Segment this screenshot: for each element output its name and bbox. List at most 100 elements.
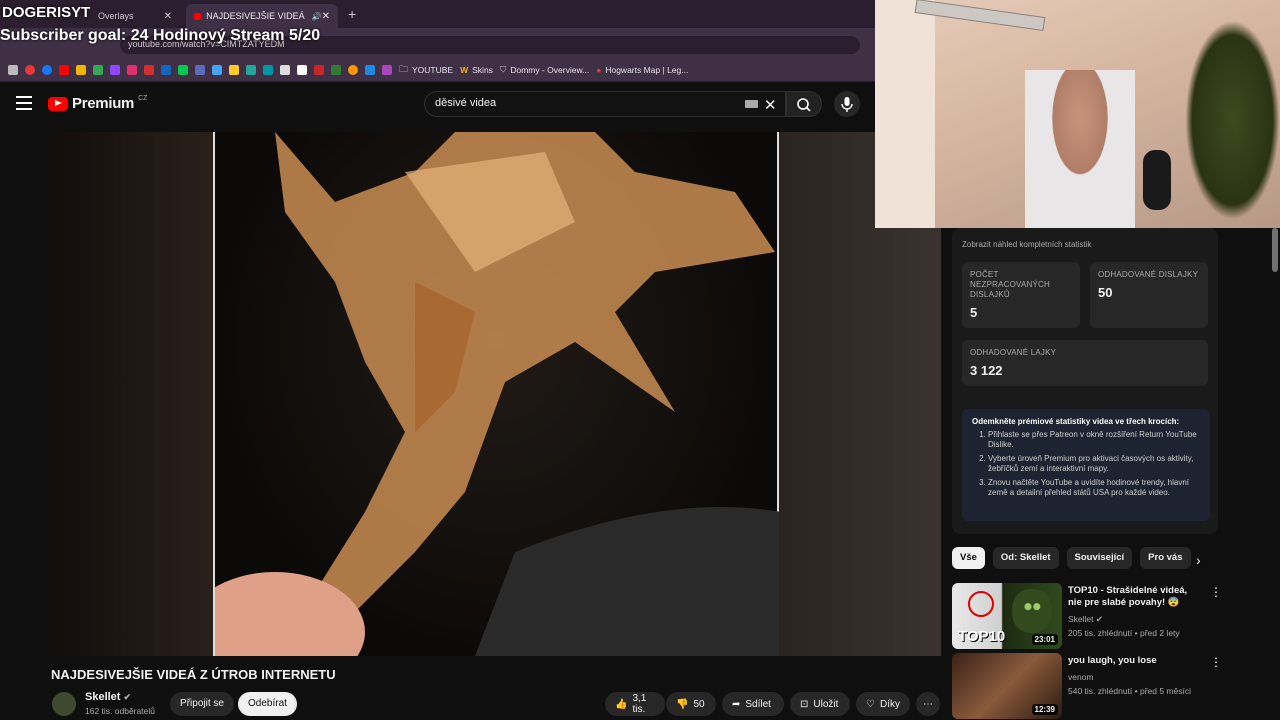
search-value: děsivé videa: [435, 97, 497, 109]
channel-avatar[interactable]: [52, 692, 76, 716]
bookmark-icon[interactable]: [382, 64, 392, 75]
share-icon: ➦: [732, 698, 741, 710]
subscribe-button[interactable]: Odebírat: [238, 692, 297, 716]
gmail-icon[interactable]: [76, 64, 86, 75]
channel-name[interactable]: Skellet ✔: [85, 691, 131, 703]
video-thumbnail[interactable]: 12:39: [952, 653, 1062, 719]
search-button[interactable]: [786, 91, 822, 117]
subscriber-goal-text: Subscriber goal: 24 Hodinový Stream 5/20: [0, 27, 321, 44]
video-channel[interactable]: Skellet ✔: [1068, 614, 1103, 625]
scrollbar[interactable]: [1272, 228, 1278, 272]
bookmark-icon[interactable]: [93, 64, 103, 75]
stat-card-est-likes: ODHADOVANÉ LAJKY 3 122: [962, 340, 1208, 386]
search-icon: [797, 98, 811, 112]
w-icon: W: [460, 64, 469, 75]
chip-related[interactable]: Související: [1066, 547, 1133, 569]
save-button[interactable]: ⊡ Uložit: [790, 692, 850, 716]
hamburger-menu-icon[interactable]: [16, 96, 32, 110]
more-vert-icon[interactable]: ⋮: [1210, 655, 1222, 669]
video-title: NAJDESIVEJŠIE VIDEÁ Z ÚTROB INTERNETU: [51, 667, 336, 682]
map-pin-icon: ●: [596, 64, 602, 75]
clear-search-icon[interactable]: ✕: [764, 96, 777, 114]
video-blur-left: [51, 132, 213, 656]
facebook-icon[interactable]: [42, 64, 52, 75]
premium-step: Vyberte úroveň Premium pro aktivaci časo…: [988, 454, 1200, 474]
browser-tab-video[interactable]: NAJDESIVEJŠIE VIDEÁ Z ÚTROB 🔊 ✕: [186, 4, 338, 28]
dislike-button[interactable]: 👎 50: [666, 692, 716, 716]
premium-step: Znovu načtěte YouTube a uvidíte hodinové…: [988, 478, 1200, 498]
video-duration: 12:39: [1031, 704, 1058, 715]
thanks-label: Díky: [879, 698, 900, 710]
video-title[interactable]: you laugh, you lose: [1068, 655, 1198, 667]
chip-for-you[interactable]: Pro vás: [1140, 547, 1191, 569]
red-circle-mark: [968, 591, 994, 617]
premium-steps: Přihlaste se přes Patreon v okně rozšíře…: [972, 430, 1200, 498]
speaker-icon[interactable]: 🔊: [312, 12, 322, 21]
share-label: Sdílet: [745, 698, 771, 710]
chip-all[interactable]: Vše: [952, 547, 985, 569]
bookmark-icon[interactable]: [25, 64, 35, 75]
voice-search-button[interactable]: [834, 91, 860, 117]
bookmark-icon[interactable]: [161, 64, 171, 75]
video-thumbnail[interactable]: TOP10 23:01: [952, 583, 1062, 649]
youtube-icon[interactable]: [59, 64, 69, 75]
like-button[interactable]: 👍 3,1 tis.: [605, 692, 665, 716]
youtube-play-icon: [48, 96, 68, 111]
video-player[interactable]: [51, 132, 941, 656]
recommendation-chips: Vše Od: Skellet Související Pro vás: [952, 547, 1191, 569]
thanks-button[interactable]: ♡ Díky: [856, 692, 910, 716]
bookmark-icon[interactable]: [331, 64, 341, 75]
webcam-streamer: [1025, 70, 1135, 228]
keyboard-icon[interactable]: [745, 100, 758, 108]
instagram-icon[interactable]: [127, 64, 137, 75]
bookmark-folder-youtube[interactable]: 🗀 YOUTUBE: [399, 62, 453, 78]
premium-stats-box: Odemkněte prémiové statistiky videa ve t…: [962, 409, 1210, 521]
share-button[interactable]: ➦ Sdílet: [722, 692, 784, 716]
search-input[interactable]: děsivé videa: [424, 91, 786, 117]
recommended-video[interactable]: 12:39 you laugh, you lose venom 540 tis.…: [952, 653, 1222, 719]
bookmark-dommy[interactable]: ⛉ Dommy - Overview...: [500, 64, 589, 75]
bookmark-icon[interactable]: [263, 64, 273, 75]
video-channel[interactable]: venom: [1068, 672, 1094, 682]
new-tab-icon[interactable]: +: [348, 6, 356, 22]
close-icon[interactable]: ✕: [322, 11, 330, 22]
bookmarks-bar: 🗀 YOUTUBE W Skins ⛉ Dommy - Overview... ● Ho…: [0, 58, 876, 82]
close-icon[interactable]: ✕: [164, 11, 172, 22]
apps-icon[interactable]: [8, 64, 18, 75]
subscriber-count: 162 tis. odběratelů: [85, 706, 155, 716]
super-thanks-icon: ♡: [866, 698, 875, 710]
bookmark-hogwarts-map[interactable]: ● Hogwarts Map | Leg...: [596, 65, 688, 75]
bookmark-icon[interactable]: [246, 64, 256, 75]
dislike-count: 50: [693, 698, 705, 710]
chevron-right-icon[interactable]: ›: [1196, 552, 1201, 568]
full-stats-link[interactable]: Zobrazit náhled kompletních statistik: [962, 240, 1091, 249]
stat-value: 3 122: [970, 363, 1003, 378]
video-title[interactable]: TOP10 - Strašidelné videá, nie pre slabé…: [1068, 585, 1198, 609]
bookmark-icon[interactable]: [365, 64, 375, 75]
twitch-icon[interactable]: [110, 64, 120, 75]
bookmark-icon[interactable]: [195, 64, 205, 75]
thumbnail-text: TOP10: [958, 628, 1006, 645]
bookmark-icon[interactable]: [314, 64, 324, 75]
bookmark-icon[interactable]: [144, 64, 154, 75]
youtube-premium-logo[interactable]: Premium CZ: [48, 95, 147, 112]
bookmark-skins[interactable]: W Skins: [460, 65, 493, 75]
verified-icon: ✔: [1095, 614, 1104, 624]
bookmark-icon[interactable]: [229, 64, 239, 75]
bookmark-icon[interactable]: [348, 64, 358, 75]
premium-step: Přihlaste se přes Patreon v okně rozšíře…: [988, 430, 1200, 450]
video-frame: [185, 132, 781, 656]
chip-from-channel[interactable]: Od: Skellet: [992, 547, 1059, 569]
microphone-icon: [841, 97, 853, 112]
stat-value: 50: [1098, 285, 1113, 300]
more-vert-icon[interactable]: ⋮: [1210, 585, 1222, 599]
bookmark-icon[interactable]: [297, 64, 307, 75]
kick-icon[interactable]: [178, 64, 188, 75]
webcam-plant: [1185, 20, 1280, 220]
channel-text: Skellet: [1068, 614, 1094, 624]
recommended-video[interactable]: TOP10 23:01 TOP10 - Strašidelné videá, n…: [952, 583, 1222, 649]
bookmark-icon[interactable]: [212, 64, 222, 75]
more-actions-button[interactable]: ⋯: [916, 692, 940, 716]
bookmark-icon[interactable]: [280, 64, 290, 75]
join-button[interactable]: Připojit se: [170, 692, 234, 716]
